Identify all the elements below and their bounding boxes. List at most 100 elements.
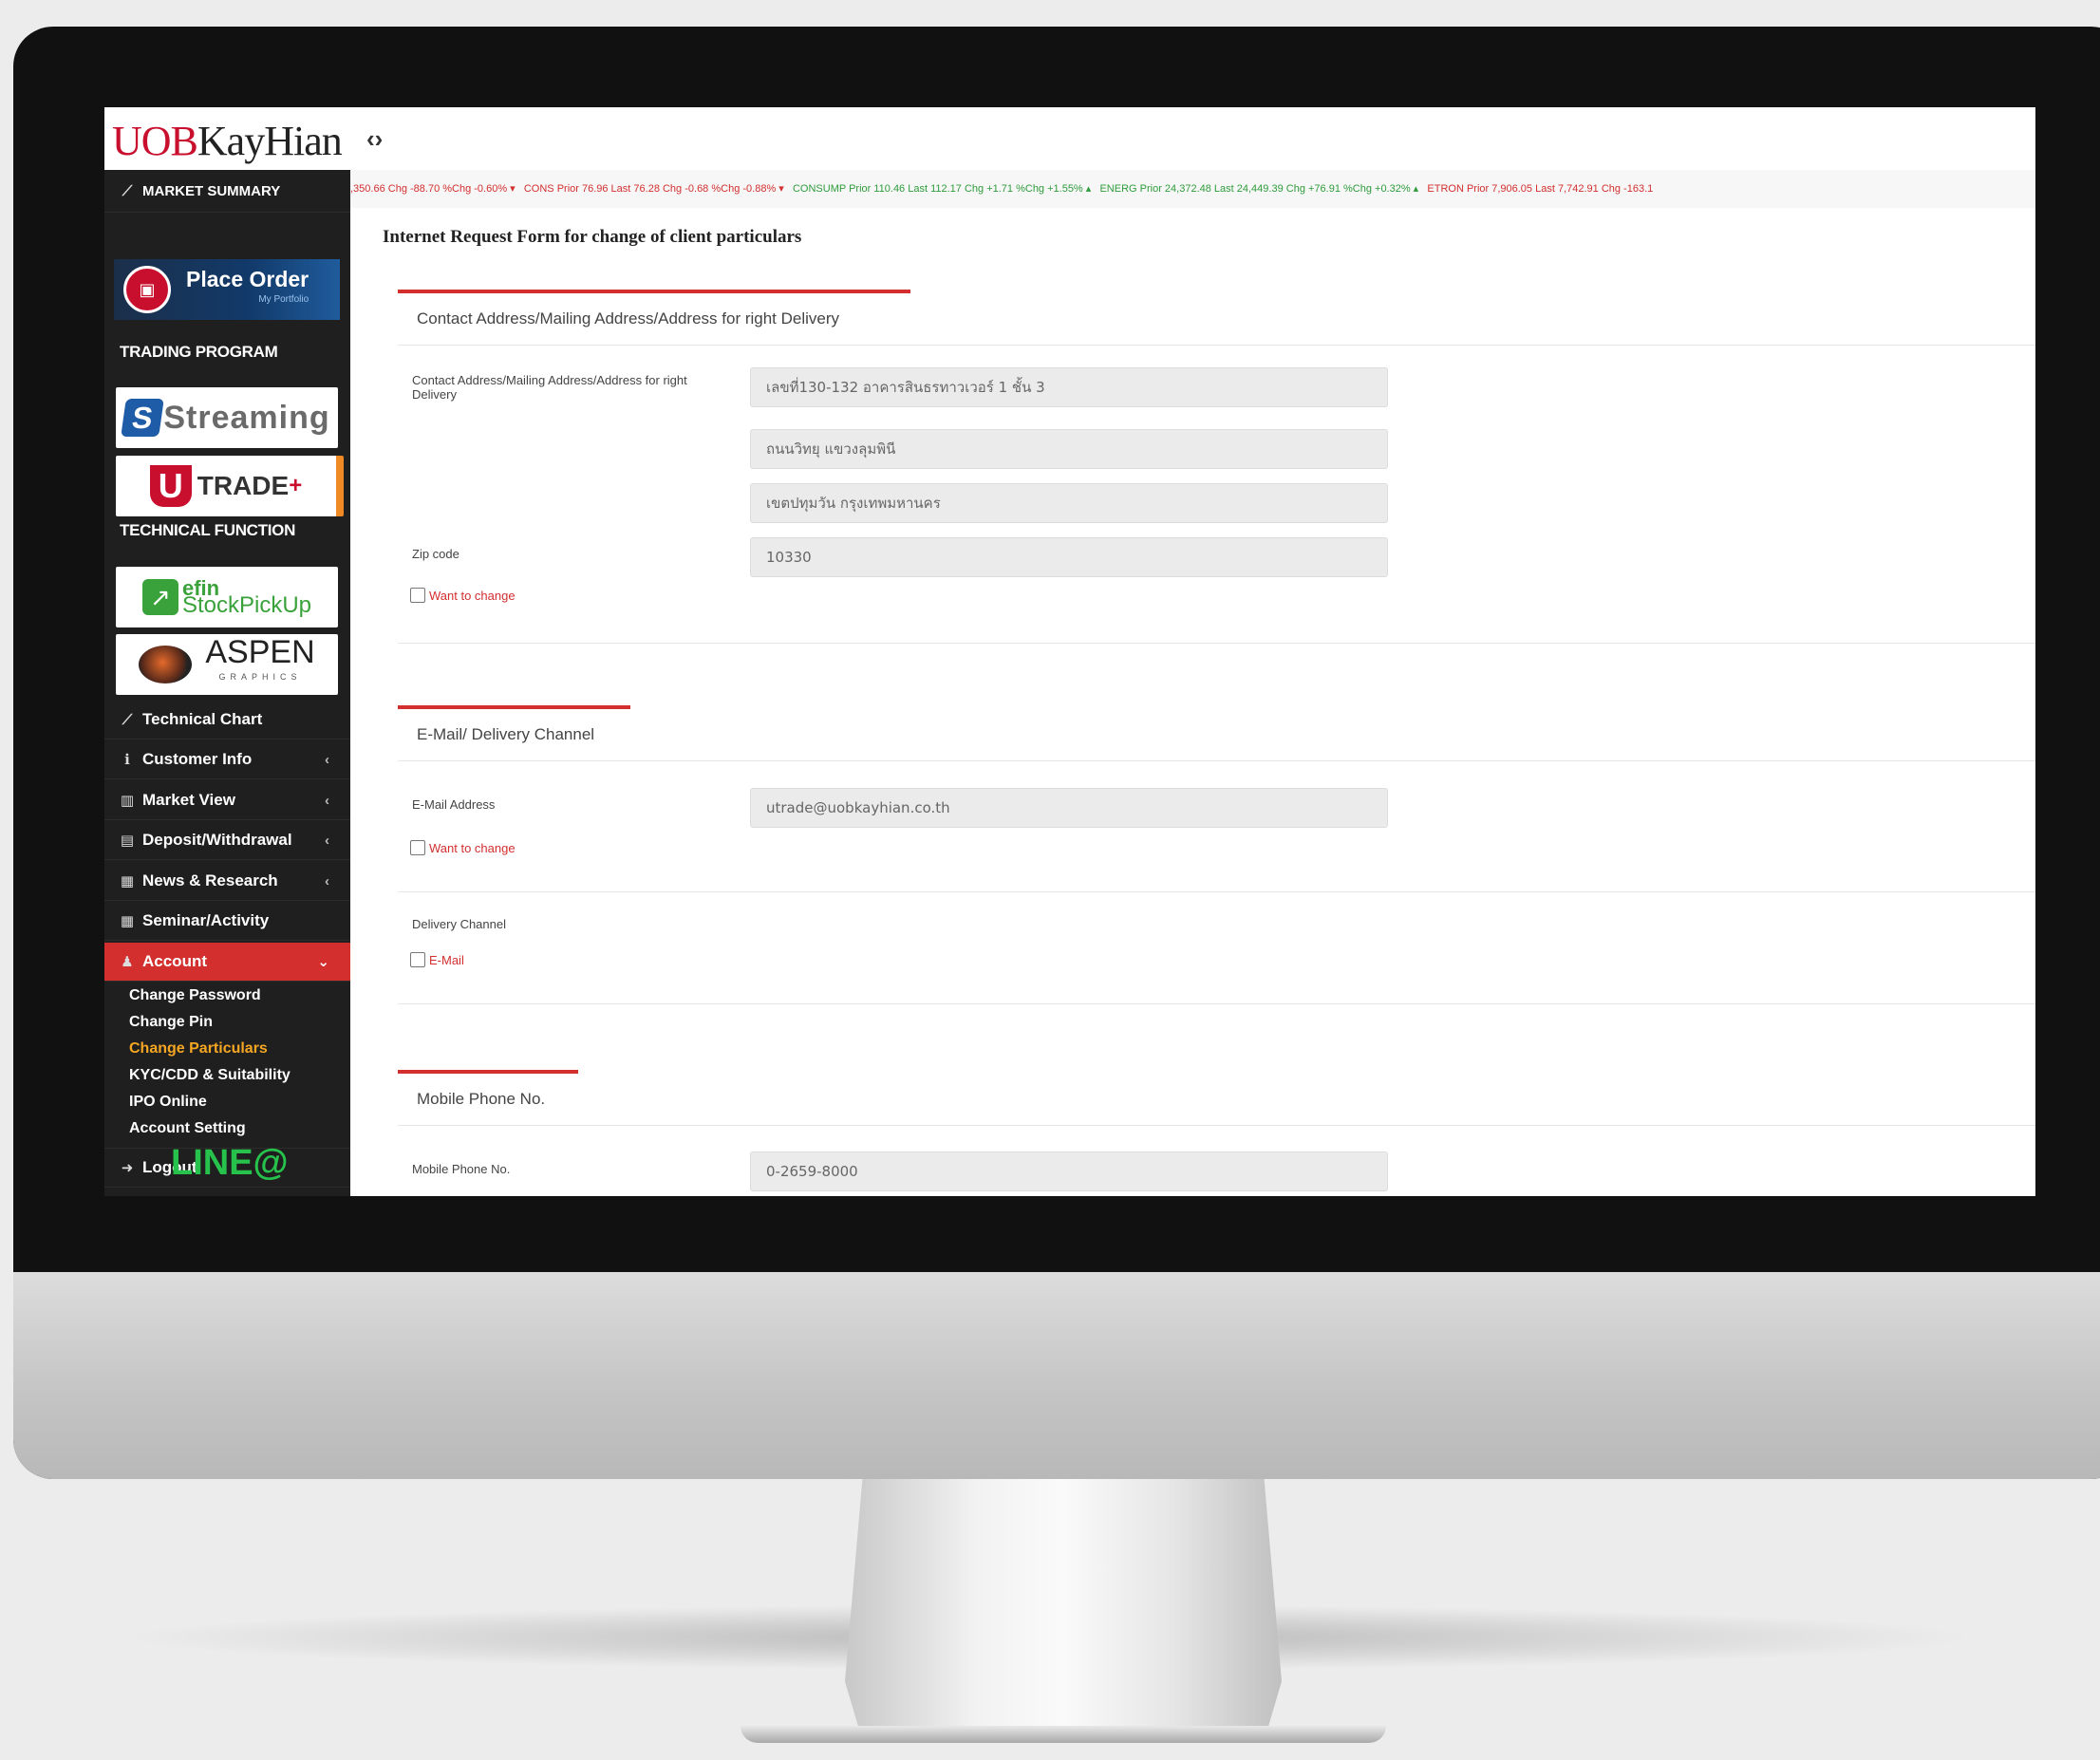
chart-line-icon: ⟋ — [122, 711, 133, 728]
place-order-subtitle: My Portfolio — [258, 294, 309, 305]
deposit-withdrawal-label: Deposit/Withdrawal — [142, 831, 292, 849]
sidebar-market-summary[interactable]: ⟋ MARKET SUMMARY — [104, 170, 350, 213]
efin-stockpickup-button[interactable]: ↗ efin StockPickUp — [116, 567, 338, 627]
topbar: UOBKayHian ‹› — [104, 107, 2035, 170]
account-sub-kyc-cdd[interactable]: KYC/CDD & Suitability — [129, 1067, 291, 1084]
utrade-label: TRADE — [197, 471, 290, 500]
screen: UOBKayHian ‹› ⟋ MARKET SUMMARY ▣ Place O… — [104, 107, 2035, 1196]
market-view-label: Market View — [142, 791, 235, 809]
account-sub-change-pin[interactable]: Change Pin — [129, 1014, 213, 1031]
calendar-icon: ▦ — [120, 913, 135, 929]
portfolio-icon: ▣ — [123, 266, 171, 313]
want-to-change-address-checkbox[interactable]: Want to change — [410, 588, 516, 603]
line-at-logo[interactable]: LINE@ — [171, 1143, 289, 1184]
logo-uob-text: UOB — [112, 118, 198, 164]
tab-contact-address[interactable]: Contact Address/Mailing Address/Address … — [398, 290, 910, 345]
sidebar-item-news-research[interactable]: ▦ News & Research ‹ — [104, 862, 350, 901]
chevron-left-icon: ‹ — [325, 832, 329, 849]
monitor-stand — [845, 1479, 1282, 1726]
section-divider — [398, 760, 2035, 761]
plus-icon: + — [289, 473, 303, 498]
section-divider — [398, 643, 2035, 644]
trading-program-heading: TRADING PROGRAM — [120, 343, 278, 361]
aspen-button[interactable]: ASPEN GRAPHICS — [116, 634, 338, 695]
ticker-item: ETRON Prior 7,906.05 Last 7,742.91 Chg -… — [1427, 183, 1654, 195]
chevron-left-icon: ‹ — [325, 751, 329, 768]
delivery-email-label: E-Mail — [429, 952, 464, 967]
section-divider — [398, 891, 2035, 892]
utrade-u-icon: U — [149, 465, 192, 507]
account-sub-account-setting[interactable]: Account Setting — [129, 1120, 246, 1137]
address-line1-field[interactable]: เลขที่130-132 อาคารสินธรทาวเวอร์ 1 ชั้น … — [750, 367, 1388, 407]
address-line3-field[interactable]: เขตปทุมวัน กรุงเทพมหานคร — [750, 483, 1388, 523]
utrade-button[interactable]: U TRADE + — [116, 456, 344, 516]
streaming-button[interactable]: S Streaming — [116, 387, 338, 448]
aspen-globe-icon — [139, 646, 193, 683]
sidebar-item-account[interactable]: ♟ Account ⌄ — [104, 943, 350, 982]
delivery-channel-label: Delivery Channel — [412, 917, 506, 931]
seminar-activity-label: Seminar/Activity — [142, 911, 270, 929]
address-field-label: Contact Address/Mailing Address/Address … — [412, 373, 687, 402]
streaming-label: Streaming — [163, 399, 330, 436]
zip-code-field[interactable]: 10330 — [750, 537, 1388, 577]
stockpickup-label: StockPickUp — [181, 592, 312, 618]
sidebar-item-market-view[interactable]: ▥ Market View ‹ — [104, 781, 350, 820]
logo-kayhian-text: KayHian — [197, 118, 343, 164]
technical-chart-label: Technical Chart — [142, 710, 263, 728]
bar-chart-icon: ▥ — [120, 793, 135, 809]
ticker-item: CONSUMP Prior 110.46 Last 112.17 Chg +1.… — [792, 183, 1092, 195]
checkbox-icon — [410, 840, 425, 855]
news-research-label: News & Research — [142, 871, 278, 889]
mobile-phone-field[interactable]: 0-2659-8000 — [750, 1151, 1388, 1191]
section-divider — [398, 1003, 2035, 1004]
account-sub-change-password[interactable]: Change Password — [129, 987, 261, 1004]
main-content: Internet Request Form for change of clie… — [350, 208, 2035, 1196]
checkbox-icon — [410, 952, 425, 967]
chevron-down-icon: ⌄ — [317, 954, 329, 970]
email-address-label: E-Mail Address — [412, 797, 496, 812]
sidebar-item-deposit-withdrawal[interactable]: ▤ Deposit/Withdrawal ‹ — [104, 821, 350, 860]
account-label: Account — [142, 952, 207, 970]
chevron-left-icon: ‹ — [325, 872, 329, 889]
place-order-button[interactable]: ▣ Place Order My Portfolio — [114, 259, 340, 320]
aspen-sub-label: GRAPHICS — [218, 672, 302, 682]
chart-line-icon: ⟋ — [122, 182, 133, 199]
monitor-chin — [13, 1272, 2100, 1479]
sidebar-item-customer-info[interactable]: ℹ Customer Info ‹ — [104, 740, 350, 779]
chevron-left-icon: ‹ — [325, 792, 329, 809]
section-divider — [398, 1125, 2035, 1126]
code-brackets-icon[interactable]: ‹› — [366, 124, 383, 154]
account-sub-change-particulars[interactable]: Change Particulars — [129, 1040, 268, 1058]
sidebar-item-technical-chart[interactable]: ⟋ Technical Chart — [104, 701, 350, 740]
user-icon: ♟ — [121, 954, 134, 970]
sidebar-item-seminar-activity[interactable]: ▦ Seminar/Activity — [104, 902, 350, 941]
page-title: Internet Request Form for change of clie… — [383, 227, 802, 247]
customer-info-label: Customer Info — [142, 750, 253, 768]
efin-arrow-icon: ↗ — [141, 579, 178, 615]
streaming-s-icon: S — [121, 399, 165, 437]
want-to-change-label: Want to change — [429, 840, 516, 855]
section-divider — [398, 345, 2035, 346]
zip-code-label: Zip code — [412, 547, 459, 561]
tab-mobile-phone[interactable]: Mobile Phone No. — [398, 1070, 578, 1125]
email-address-field[interactable]: utrade@uobkayhian.co.th — [750, 788, 1388, 828]
tab-email-delivery[interactable]: E-Mail/ Delivery Channel — [398, 705, 630, 760]
sidebar: ⟋ MARKET SUMMARY ▣ Place Order My Portfo… — [104, 170, 350, 1196]
info-icon: ℹ — [124, 752, 130, 768]
mobile-phone-label: Mobile Phone No. — [412, 1162, 511, 1176]
monitor-foot — [741, 1726, 1386, 1743]
newspaper-icon: ▦ — [120, 873, 135, 889]
market-summary-label: MARKET SUMMARY — [142, 182, 281, 199]
delivery-email-checkbox[interactable]: E-Mail — [410, 952, 464, 967]
checkbox-icon — [410, 588, 425, 603]
ticker-item: ENERG Prior 24,372.48 Last 24,449.39 Chg… — [1099, 183, 1419, 195]
technical-function-heading: TECHNICAL FUNCTION — [120, 521, 296, 539]
address-line2-field[interactable]: ถนนวิทยุ แขวงลุมพินี — [750, 429, 1388, 469]
account-sub-ipo-online[interactable]: IPO Online — [129, 1094, 207, 1111]
ticker-item: ,350.66 Chg -88.70 %Chg -0.60% ▾ — [350, 183, 516, 195]
ticker-item: CONS Prior 76.96 Last 76.28 Chg -0.68 %C… — [523, 183, 784, 195]
want-to-change-label: Want to change — [429, 588, 516, 603]
logout-icon: ➜ — [121, 1160, 134, 1176]
want-to-change-email-checkbox[interactable]: Want to change — [410, 840, 516, 855]
uobkayhian-logo[interactable]: UOBKayHian — [112, 117, 343, 165]
